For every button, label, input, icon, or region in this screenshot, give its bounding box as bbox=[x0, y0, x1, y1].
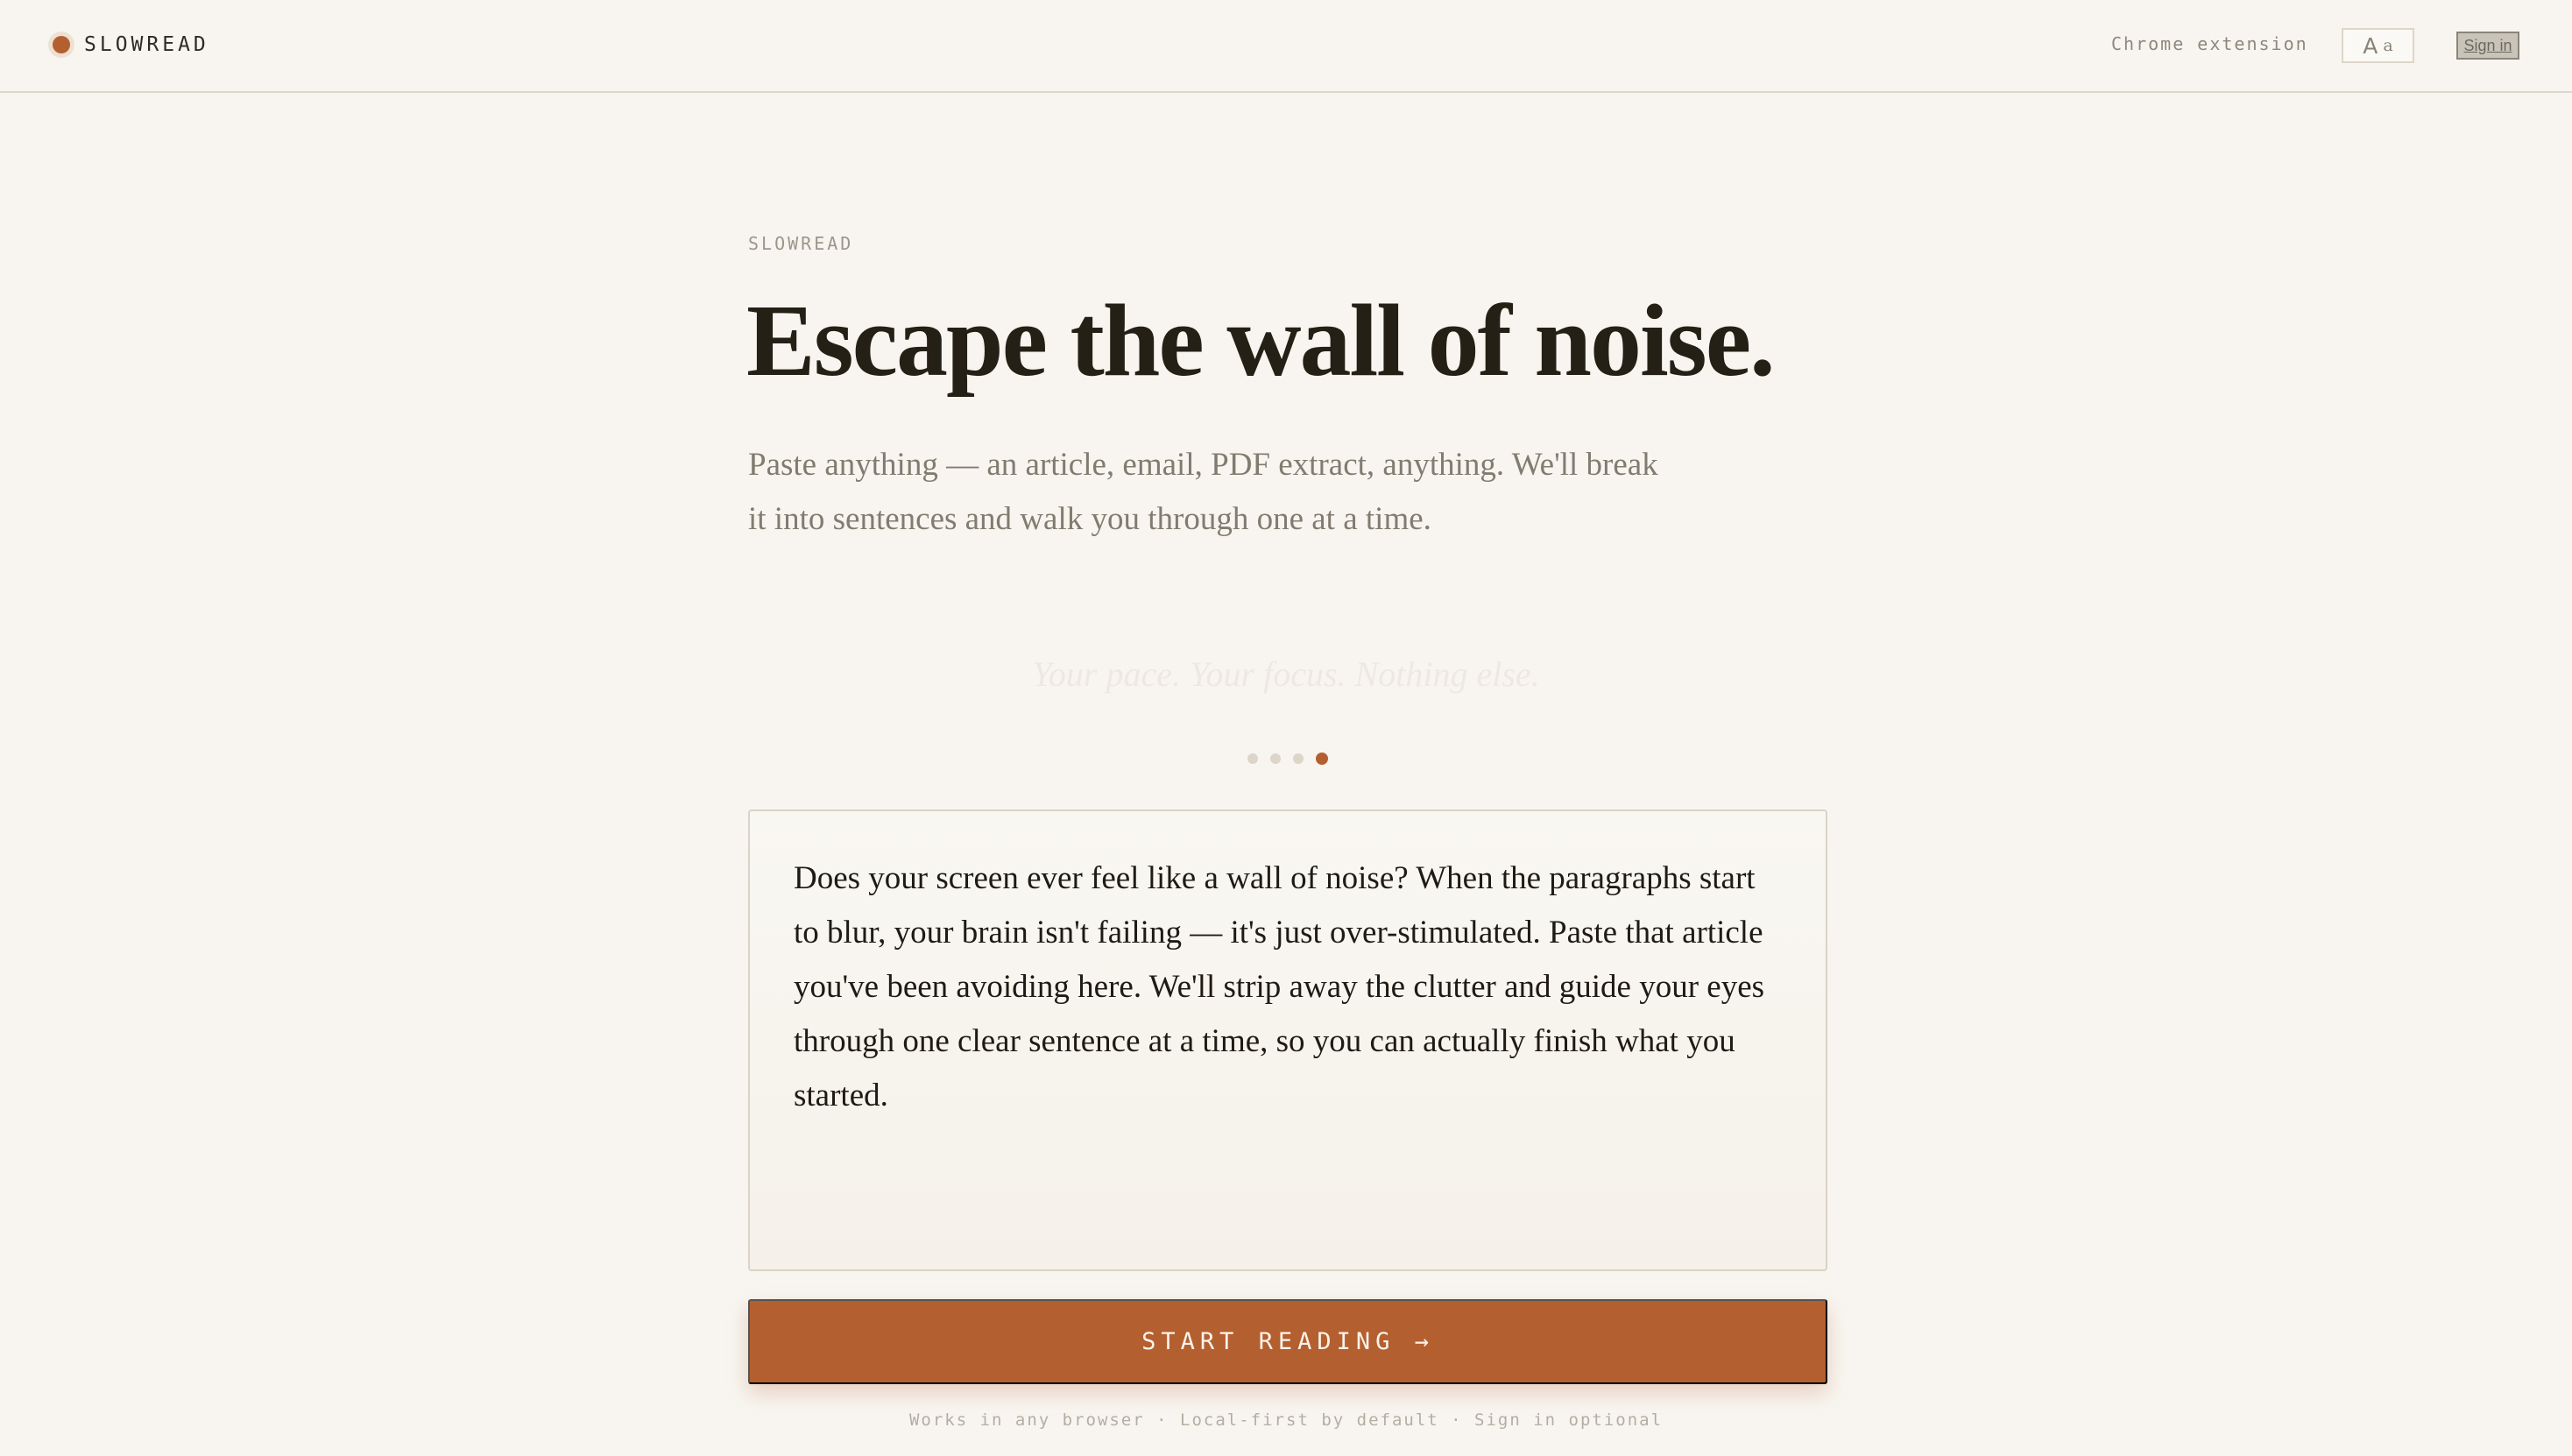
font-toggle-small-glyph: a bbox=[2383, 36, 2393, 55]
carousel-dot[interactable] bbox=[1293, 753, 1304, 764]
eyebrow-label: SLOWREAD bbox=[748, 233, 854, 254]
carousel-dot-active[interactable] bbox=[1316, 753, 1328, 765]
rotating-tagline: Your pace. Your focus. Nothing else. bbox=[1032, 654, 1540, 694]
brand-name: SLOWREAD bbox=[84, 33, 209, 56]
sign-in-button[interactable]: Sign in bbox=[2456, 32, 2519, 60]
font-toggle-large-glyph: A bbox=[2363, 32, 2378, 59]
chrome-extension-link[interactable]: Chrome extension bbox=[2111, 33, 2308, 54]
top-bar: SLOWREAD Chrome extension A a Sign in bbox=[0, 0, 2572, 93]
brand-dot-icon bbox=[53, 36, 70, 53]
hero-subtext: Paste anything — an article, email, PDF … bbox=[748, 447, 1658, 537]
font-toggle-button[interactable]: A a bbox=[2342, 28, 2414, 63]
page-title: Escape the wall of noise. bbox=[746, 283, 1776, 398]
carousel-dot[interactable] bbox=[1270, 753, 1281, 764]
carousel-dots bbox=[1247, 753, 1328, 765]
carousel-dot[interactable] bbox=[1247, 753, 1258, 764]
paste-textarea[interactable]: Does your screen ever feel like a wall o… bbox=[748, 809, 1827, 1271]
brand-logo[interactable]: SLOWREAD bbox=[53, 32, 209, 58]
start-reading-button[interactable]: START READING → bbox=[748, 1299, 1827, 1384]
footnote: Works in any browser · Local-first by de… bbox=[908, 1410, 1664, 1430]
